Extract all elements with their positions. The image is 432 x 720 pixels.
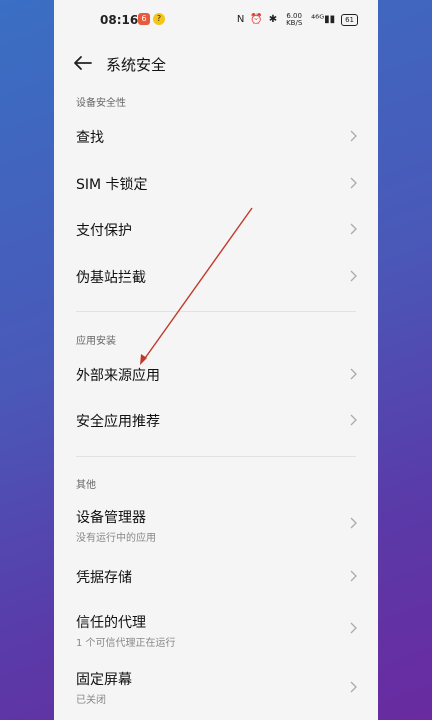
row-screen-pinning[interactable]: 固定屏幕 已关闭 xyxy=(54,662,378,712)
chevron-right-icon xyxy=(350,681,357,693)
row-trust-agents[interactable]: 信任的代理 1 个可信代理正在运行 xyxy=(54,605,378,655)
row-subtitle: 已关闭 xyxy=(76,695,106,706)
divider xyxy=(76,311,356,312)
row-label: 设备管理器 xyxy=(76,510,146,526)
row-label: 安全应用推荐 xyxy=(76,414,160,430)
row-label: 支付保护 xyxy=(76,223,132,239)
chevron-right-icon xyxy=(350,517,357,529)
row-fake-base-station-block[interactable]: 伪基站拦截 xyxy=(54,253,378,299)
section-label-device-security: 设备安全性 xyxy=(76,98,126,109)
status-time: 08:16 xyxy=(100,13,139,27)
chevron-right-icon xyxy=(350,177,357,189)
row-label: SIM 卡锁定 xyxy=(76,177,148,193)
battery-icon: 61 xyxy=(341,14,358,26)
status-bar: 08:16 6 ? N ⏰ ✱ 6.00 KB/S ⁴⁶ᴳ▮▮ 61 xyxy=(54,0,378,40)
chevron-right-icon xyxy=(350,223,357,235)
row-credential-storage[interactable]: 凭据存储 xyxy=(54,553,378,599)
row-external-source-apps[interactable]: 外部来源应用 xyxy=(54,351,378,397)
chevron-right-icon xyxy=(350,368,357,380)
section-label-other: 其他 xyxy=(76,480,96,491)
row-safe-app-recommend[interactable]: 安全应用推荐 xyxy=(54,397,378,443)
notification-app-icon: 6 xyxy=(138,13,150,25)
row-label: 信任的代理 xyxy=(76,615,146,631)
notification-app-icon-2: ? xyxy=(153,13,165,25)
chevron-right-icon xyxy=(350,270,357,282)
page-header: 系统安全 xyxy=(54,44,378,84)
row-label: 查找 xyxy=(76,130,104,146)
page-title: 系统安全 xyxy=(106,56,167,74)
section-label-app-install: 应用安装 xyxy=(76,336,116,347)
row-label: 固定屏幕 xyxy=(76,672,132,688)
chevron-right-icon xyxy=(350,130,357,142)
chevron-right-icon xyxy=(350,570,357,582)
chevron-right-icon xyxy=(350,414,357,426)
phone-screen: 08:16 6 ? N ⏰ ✱ 6.00 KB/S ⁴⁶ᴳ▮▮ 61 系统安全 … xyxy=(54,0,378,720)
signal-icon: ⁴⁶ᴳ▮▮ xyxy=(311,14,336,25)
row-sim-lock[interactable]: SIM 卡锁定 xyxy=(54,160,378,206)
row-label: 外部来源应用 xyxy=(76,368,160,384)
status-icons: N ⏰ ✱ 6.00 KB/S ⁴⁶ᴳ▮▮ 61 xyxy=(237,13,358,27)
row-subtitle: 1 个可信代理正在运行 xyxy=(76,638,176,649)
bluetooth-icon: ✱ xyxy=(268,14,278,25)
chevron-right-icon xyxy=(350,622,357,634)
back-arrow-icon[interactable] xyxy=(72,52,94,74)
row-label: 凭据存储 xyxy=(76,570,132,586)
network-speed: 6.00 KB/S xyxy=(286,12,303,27)
row-payment-protection[interactable]: 支付保护 xyxy=(54,206,378,252)
divider xyxy=(76,456,356,457)
row-device-manager[interactable]: 设备管理器 没有运行中的应用 xyxy=(54,500,378,550)
alarm-icon: ⏰ xyxy=(250,14,263,25)
row-subtitle: 没有运行中的应用 xyxy=(76,533,156,544)
row-label: 伪基站拦截 xyxy=(76,270,146,286)
row-find[interactable]: 查找 xyxy=(54,113,378,159)
nfc-icon: N xyxy=(236,14,245,25)
